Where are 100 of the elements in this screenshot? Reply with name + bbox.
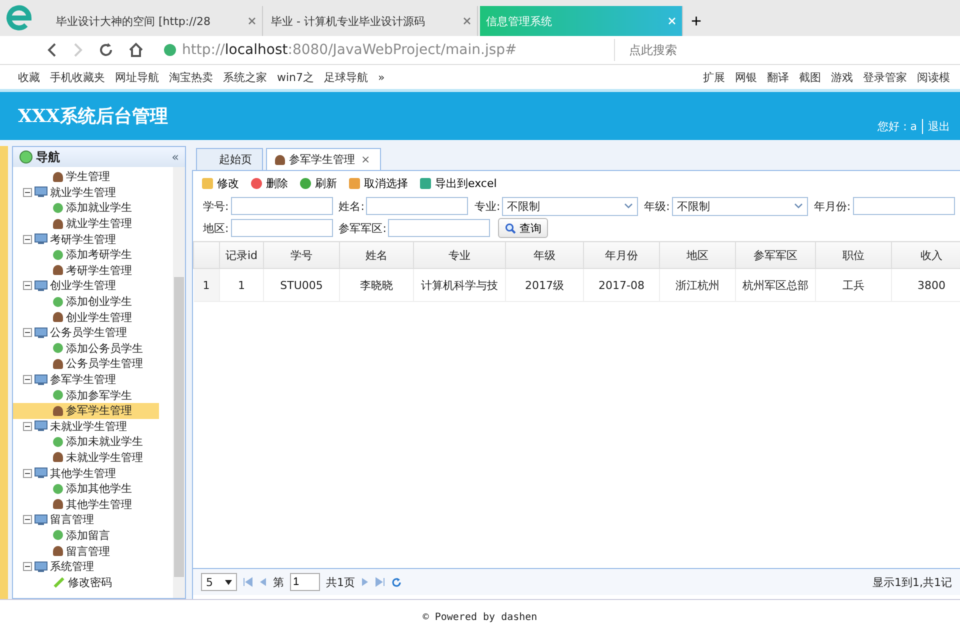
page-input[interactable]: 1 <box>290 573 320 591</box>
back-icon[interactable] <box>46 43 58 57</box>
filter-input[interactable] <box>852 197 955 215</box>
nav-item[interactable]: 就业学生管理 <box>23 216 138 232</box>
last-page-icon[interactable] <box>375 577 385 587</box>
browser-tool-button[interactable]: 阅读模 <box>917 70 950 84</box>
collapse-button[interactable]: « <box>172 150 179 164</box>
page-tab[interactable]: 起始页 <box>196 148 263 170</box>
nav-item[interactable]: 添加其他学生 <box>23 480 138 496</box>
minus-box-icon[interactable] <box>23 562 32 572</box>
minus-box-icon[interactable] <box>23 188 32 197</box>
filter-select[interactable]: 不限制 <box>502 196 638 216</box>
browser-tool-button[interactable]: 登录管家 <box>863 70 907 84</box>
pencil-icon <box>54 576 64 588</box>
toolbar-button[interactable]: 导出到excel <box>417 174 500 192</box>
nav-item[interactable]: 修改密码 <box>23 574 118 590</box>
filter-label: 学号: <box>203 198 229 214</box>
nav-item[interactable]: 添加考研学生 <box>23 246 138 263</box>
nav-group[interactable]: 公务员学生管理 <box>50 325 127 340</box>
toolbar-button[interactable]: 取消选择 <box>346 174 411 192</box>
browser-tool-button[interactable]: 游戏 <box>831 70 853 84</box>
monitor-icon <box>34 514 48 526</box>
nav-item[interactable]: 添加留言 <box>23 528 116 544</box>
nav-group[interactable]: 留言管理 <box>50 512 94 528</box>
footer-text: © Powered by dashen <box>422 612 538 622</box>
plus-icon <box>53 436 63 447</box>
browser-tool-button[interactable]: 网银 <box>735 70 757 84</box>
bookmark-link[interactable]: win7之 <box>277 70 314 84</box>
nav-group[interactable]: 系统管理 <box>50 559 94 574</box>
minus-box-icon[interactable] <box>23 422 32 431</box>
nav-item[interactable]: 创业学生管理 <box>23 309 138 325</box>
nav-item[interactable]: 添加公务员学生 <box>23 340 149 356</box>
nav-item[interactable]: 其他学生管理 <box>23 496 138 512</box>
nav-item[interactable]: 参军学生管理 <box>13 402 159 418</box>
table-cell: 1 <box>220 268 264 302</box>
close-icon[interactable] <box>463 17 471 25</box>
filter-input[interactable] <box>366 197 468 215</box>
column-header: 参军军区 <box>736 242 816 268</box>
browser-tool-button[interactable]: 翻译 <box>767 70 789 84</box>
minus-box-icon[interactable] <box>23 234 32 244</box>
minus-box-icon[interactable] <box>23 375 32 384</box>
nav-item[interactable]: 添加就业学生 <box>23 200 138 216</box>
nav-item[interactable]: 添加参军学生 <box>23 387 138 403</box>
bookmark-link[interactable]: 淘宝热卖 <box>169 70 213 84</box>
nav-group[interactable]: 参军学生管理 <box>50 372 116 388</box>
bookmark-link[interactable]: 收藏 <box>18 70 40 84</box>
address-field[interactable]: http://localhost:8080/JavaWebProject/main.jsp# <box>158 39 600 61</box>
nav-item[interactable]: 添加未就业学生 <box>23 434 149 450</box>
column-header: 学号 <box>264 242 340 268</box>
close-icon[interactable] <box>248 17 256 25</box>
column-header: 记录id <box>220 242 264 268</box>
tab-close-button[interactable]: × <box>361 153 370 166</box>
person-icon <box>53 406 63 416</box>
reload-icon[interactable] <box>98 42 114 58</box>
browser-tool-button[interactable]: 截图 <box>799 70 821 84</box>
more-bookmarks-button[interactable]: » <box>378 70 385 84</box>
previous-page-icon[interactable] <box>259 577 267 587</box>
person-icon <box>53 499 63 510</box>
nav-group[interactable]: 未就业学生管理 <box>50 418 127 434</box>
filter-input[interactable] <box>388 219 490 237</box>
minus-box-icon[interactable] <box>23 328 32 338</box>
nav-item[interactable]: 学生管理 <box>23 169 116 185</box>
nav-group[interactable]: 其他学生管理 <box>50 466 116 481</box>
minus-box-icon[interactable] <box>23 281 32 290</box>
minus-box-icon[interactable] <box>23 515 32 524</box>
minus-box-icon[interactable] <box>23 468 32 478</box>
person-icon <box>53 358 63 369</box>
browser-logo-icon <box>4 3 34 33</box>
toolbar-button[interactable]: 删除 <box>248 174 291 192</box>
nav-item[interactable]: 添加创业学生 <box>23 294 138 310</box>
refresh-icon[interactable] <box>391 576 402 588</box>
nav-item[interactable]: 未就业学生管理 <box>23 450 149 466</box>
page-size-select[interactable]: 5 <box>201 573 237 591</box>
first-page-icon[interactable] <box>243 577 253 587</box>
new-tab-button[interactable]: + <box>685 6 708 36</box>
toolbar-button[interactable]: 刷新 <box>297 174 340 192</box>
nav-item[interactable]: 留言管理 <box>23 543 116 559</box>
filter-input[interactable] <box>230 219 333 237</box>
browser-tool-button[interactable]: 扩展 <box>703 70 725 84</box>
bookmark-link[interactable]: 手机收藏夹 <box>50 70 105 84</box>
table-cell: 1 <box>194 268 220 302</box>
filter-label: 参军军区: <box>338 220 386 236</box>
bookmark-link[interactable]: 系统之家 <box>223 70 267 84</box>
home-icon[interactable] <box>128 42 144 58</box>
filter-select[interactable]: 不限制 <box>672 196 808 216</box>
query-button[interactable]: 查询 <box>498 218 548 238</box>
bookmark-link[interactable]: 网址导航 <box>115 70 159 84</box>
nav-item[interactable]: 考研学生管理 <box>23 262 138 278</box>
nav-group[interactable]: 考研学生管理 <box>50 232 116 247</box>
scrollbar[interactable] <box>173 167 185 598</box>
bookmark-link[interactable]: 足球导航 <box>324 70 368 84</box>
nav-item[interactable]: 公务员学生管理 <box>23 356 149 372</box>
nav-group[interactable]: 创业学生管理 <box>50 278 116 294</box>
filter-input[interactable] <box>230 197 333 215</box>
filter-label: 姓名: <box>338 198 364 214</box>
page-tab[interactable]: 参军学生管理 × <box>266 148 382 170</box>
nav-group[interactable]: 就业学生管理 <box>50 184 116 200</box>
toolbar-button[interactable]: 修改 <box>199 174 242 192</box>
next-page-icon[interactable] <box>361 577 369 587</box>
plus-icon <box>53 296 63 307</box>
